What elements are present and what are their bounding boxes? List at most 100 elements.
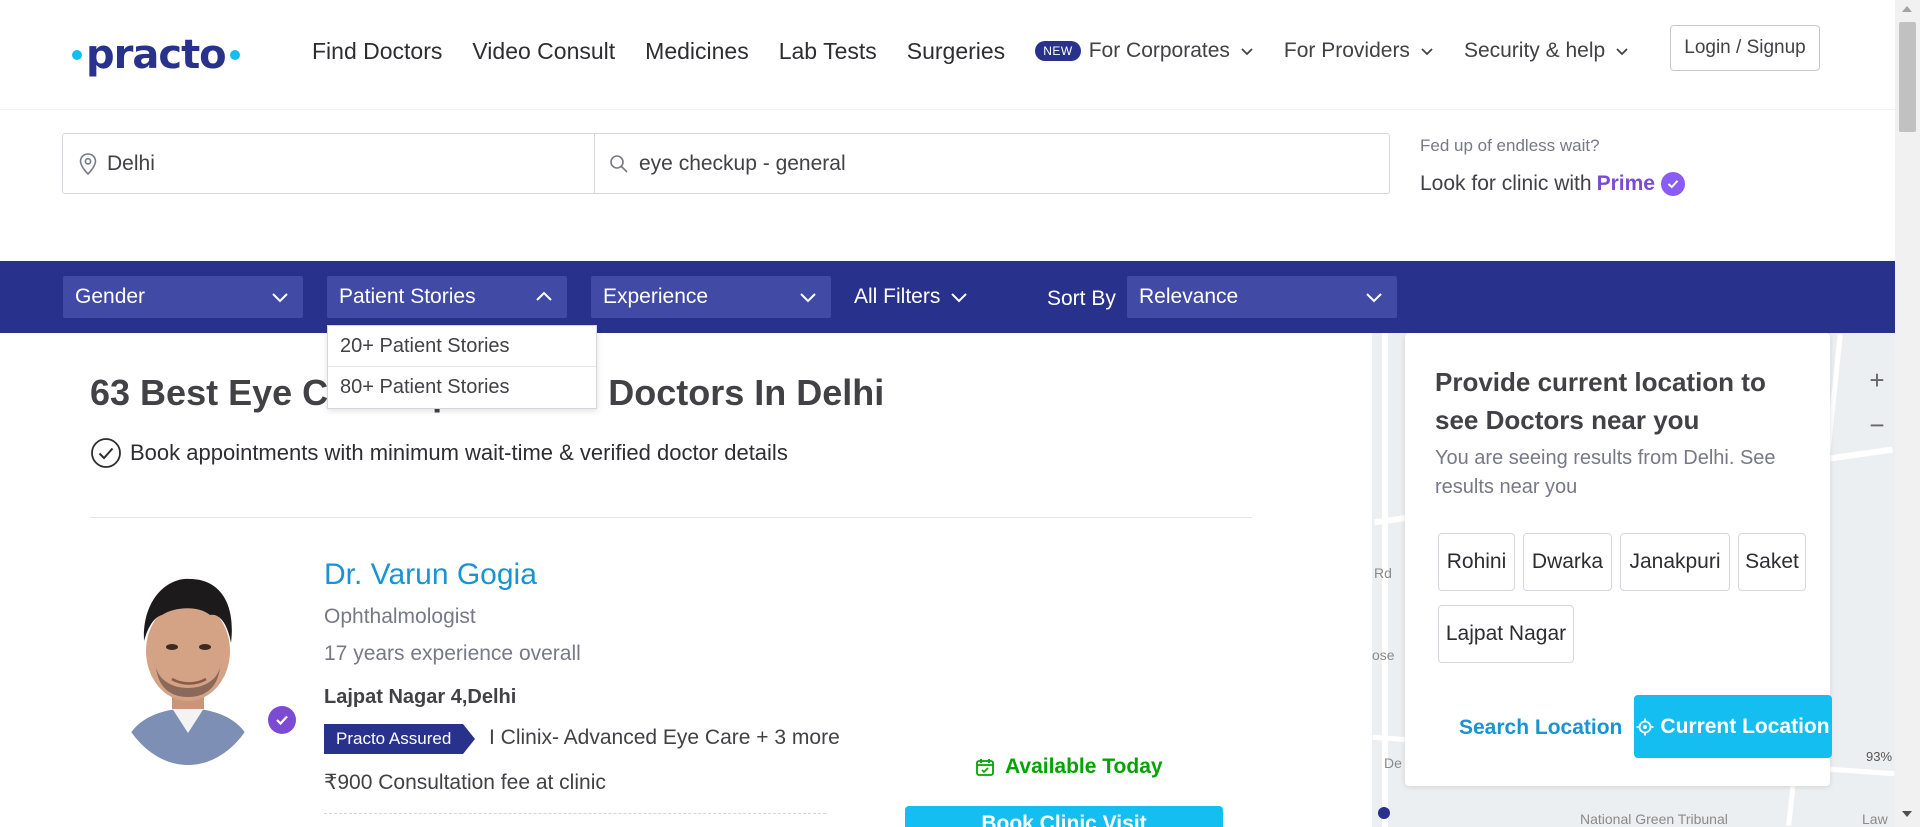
doctor-avatar[interactable] <box>110 555 266 765</box>
location-card-title: Provide current location to see Doctors … <box>1435 367 1766 435</box>
availability-text: Available Today <box>1005 755 1163 778</box>
locate-icon <box>1636 718 1654 735</box>
map-marker-icon <box>1378 807 1390 819</box>
search-bar <box>62 133 1390 194</box>
sort-by-label: Sort By <box>1047 287 1116 310</box>
prime-promo-text: Look for clinic with <box>1420 172 1592 195</box>
location-chip-saket[interactable]: Saket <box>1738 533 1806 591</box>
map-label-ose: ose <box>1372 647 1395 663</box>
nav-for-providers-label: For Providers <box>1283 39 1410 62</box>
filter-bar: Gender Patient Stories Experience All Fi… <box>0 261 1895 333</box>
location-chip-dwarka[interactable]: Dwarka <box>1523 533 1612 591</box>
nav-security-help[interactable]: Security & help <box>1464 39 1629 63</box>
logo-text: practo <box>86 32 227 78</box>
main-nav: Find Doctors Video Consult Medicines Lab… <box>312 32 1659 70</box>
map-label-law: Law <box>1862 811 1888 827</box>
chevron-up-icon <box>536 291 552 301</box>
results-subtitle: Book appointments with minimum wait-time… <box>90 437 788 469</box>
all-filters-button[interactable]: All Filters <box>854 285 968 309</box>
practo-logo[interactable]: practo <box>68 30 244 80</box>
nav-find-doctors[interactable]: Find Doctors <box>312 38 442 65</box>
book-clinic-visit-button[interactable]: Book Clinic Visit <box>905 806 1223 827</box>
nav-surgeries[interactable]: Surgeries <box>907 38 1005 65</box>
location-pin-icon <box>79 152 97 175</box>
chevron-down-icon <box>800 293 816 303</box>
dropdown-option-20-plus[interactable]: 20+ Patient Stories <box>328 326 596 367</box>
map-zoom-out-button[interactable]: − <box>1862 405 1892 445</box>
patient-stories-filter-label: Patient Stories <box>339 285 476 308</box>
doctor-specialty: Ophthalmologist <box>324 605 476 628</box>
login-signup-button[interactable]: Login / Signup <box>1670 25 1820 71</box>
doctor-experience: 17 years experience overall <box>324 642 581 665</box>
query-field[interactable] <box>595 134 1389 193</box>
search-input[interactable] <box>639 151 1341 176</box>
map-label-de: De <box>1384 755 1402 771</box>
calendar-icon <box>976 759 994 776</box>
practo-search-page: practo Find Doctors Video Consult Medici… <box>0 0 1920 827</box>
nav-for-corporates-label: For Corporates <box>1088 39 1230 62</box>
experience-filter-label: Experience <box>603 285 709 308</box>
location-field[interactable] <box>63 134 595 193</box>
chevron-down-icon <box>1421 48 1433 56</box>
scroll-down-icon[interactable] <box>1902 811 1912 817</box>
location-prompt-card: Provide current location to see Doctors … <box>1405 333 1832 786</box>
page-scrollbar[interactable] <box>1895 0 1920 827</box>
experience-filter[interactable]: Experience <box>591 276 831 318</box>
sort-select-value: Relevance <box>1139 285 1239 308</box>
search-location-link[interactable]: Search Location <box>1459 716 1622 740</box>
patient-stories-dropdown: 20+ Patient Stories 80+ Patient Stories <box>327 325 597 409</box>
verified-badge-icon <box>268 706 296 734</box>
prime-check-icon <box>1660 172 1685 196</box>
location-chip-lajpat-nagar[interactable]: Lajpat Nagar <box>1438 605 1574 663</box>
check-circle-icon <box>91 438 121 468</box>
sort-select[interactable]: Relevance <box>1127 276 1397 318</box>
nav-for-providers[interactable]: For Providers <box>1284 39 1434 63</box>
logo-dot-right <box>229 50 240 60</box>
current-location-label: Current Location <box>1660 714 1830 738</box>
chevron-down-icon <box>1366 293 1382 303</box>
scroll-up-icon[interactable] <box>1902 6 1912 12</box>
all-filters-label: All Filters <box>854 285 941 308</box>
nav-for-corporates[interactable]: NEW For Corporates <box>1035 39 1254 63</box>
location-chip-janakpuri[interactable]: Janakpuri <box>1620 533 1730 591</box>
nav-video-consult[interactable]: Video Consult <box>472 38 615 65</box>
clinic-name[interactable]: I Clinix- Advanced Eye Care + 3 more <box>489 726 840 750</box>
practo-assured-label: Practo Assured <box>324 724 464 754</box>
chevron-down-icon <box>1616 48 1628 56</box>
location-chip-rohini[interactable]: Rohini <box>1438 533 1515 591</box>
prime-promo[interactable]: Look for clinic with Prime <box>1420 172 1685 196</box>
results-subtitle-text: Book appointments with minimum wait-time… <box>130 440 788 465</box>
logo-dot-left <box>72 50 82 60</box>
results-divider <box>90 517 1252 518</box>
dropdown-option-80-plus[interactable]: 80+ Patient Stories <box>328 367 596 408</box>
prime-label: Prime <box>1596 172 1655 195</box>
search-icon <box>610 154 628 173</box>
chevron-down-icon <box>272 293 288 303</box>
patient-stories-filter[interactable]: Patient Stories <box>327 276 567 318</box>
nav-lab-tests[interactable]: Lab Tests <box>779 38 877 65</box>
doctor-card-divider <box>324 813 826 814</box>
map-label-ngt: National Green Tribunal <box>1580 811 1728 827</box>
map-label-rd: Rd <box>1374 565 1392 581</box>
location-card-subtitle: You are seeing results from Delhi. See r… <box>1435 447 1776 498</box>
location-input[interactable] <box>107 151 571 176</box>
consultation-fee: ₹900 Consultation fee at clinic <box>324 771 606 794</box>
gender-filter-label: Gender <box>75 285 146 308</box>
chevron-down-icon <box>1241 48 1253 56</box>
practo-assured-badge: Practo Assured <box>324 724 476 754</box>
doctor-name-link[interactable]: Dr. Varun Gogia <box>324 558 537 592</box>
current-location-button[interactable]: Current Location <box>1634 695 1832 758</box>
doctor-location[interactable]: Lajpat Nagar 4,Delhi <box>324 686 516 709</box>
nav-security-help-label: Security & help <box>1463 39 1606 62</box>
gender-filter[interactable]: Gender <box>63 276 303 318</box>
top-header: practo Find Doctors Video Consult Medici… <box>0 0 1895 110</box>
nav-medicines[interactable]: Medicines <box>645 38 749 65</box>
availability-status: Available Today <box>975 755 1163 779</box>
map-zoom-in-button[interactable]: + <box>1862 360 1892 400</box>
map-label-percent: 93% <box>1866 749 1893 764</box>
chevron-down-icon <box>951 293 968 303</box>
new-badge: NEW <box>1035 41 1081 61</box>
badge-tip <box>463 724 476 754</box>
prime-subtext: Fed up of endless wait? <box>1420 136 1600 155</box>
scroll-thumb[interactable] <box>1899 22 1916 132</box>
